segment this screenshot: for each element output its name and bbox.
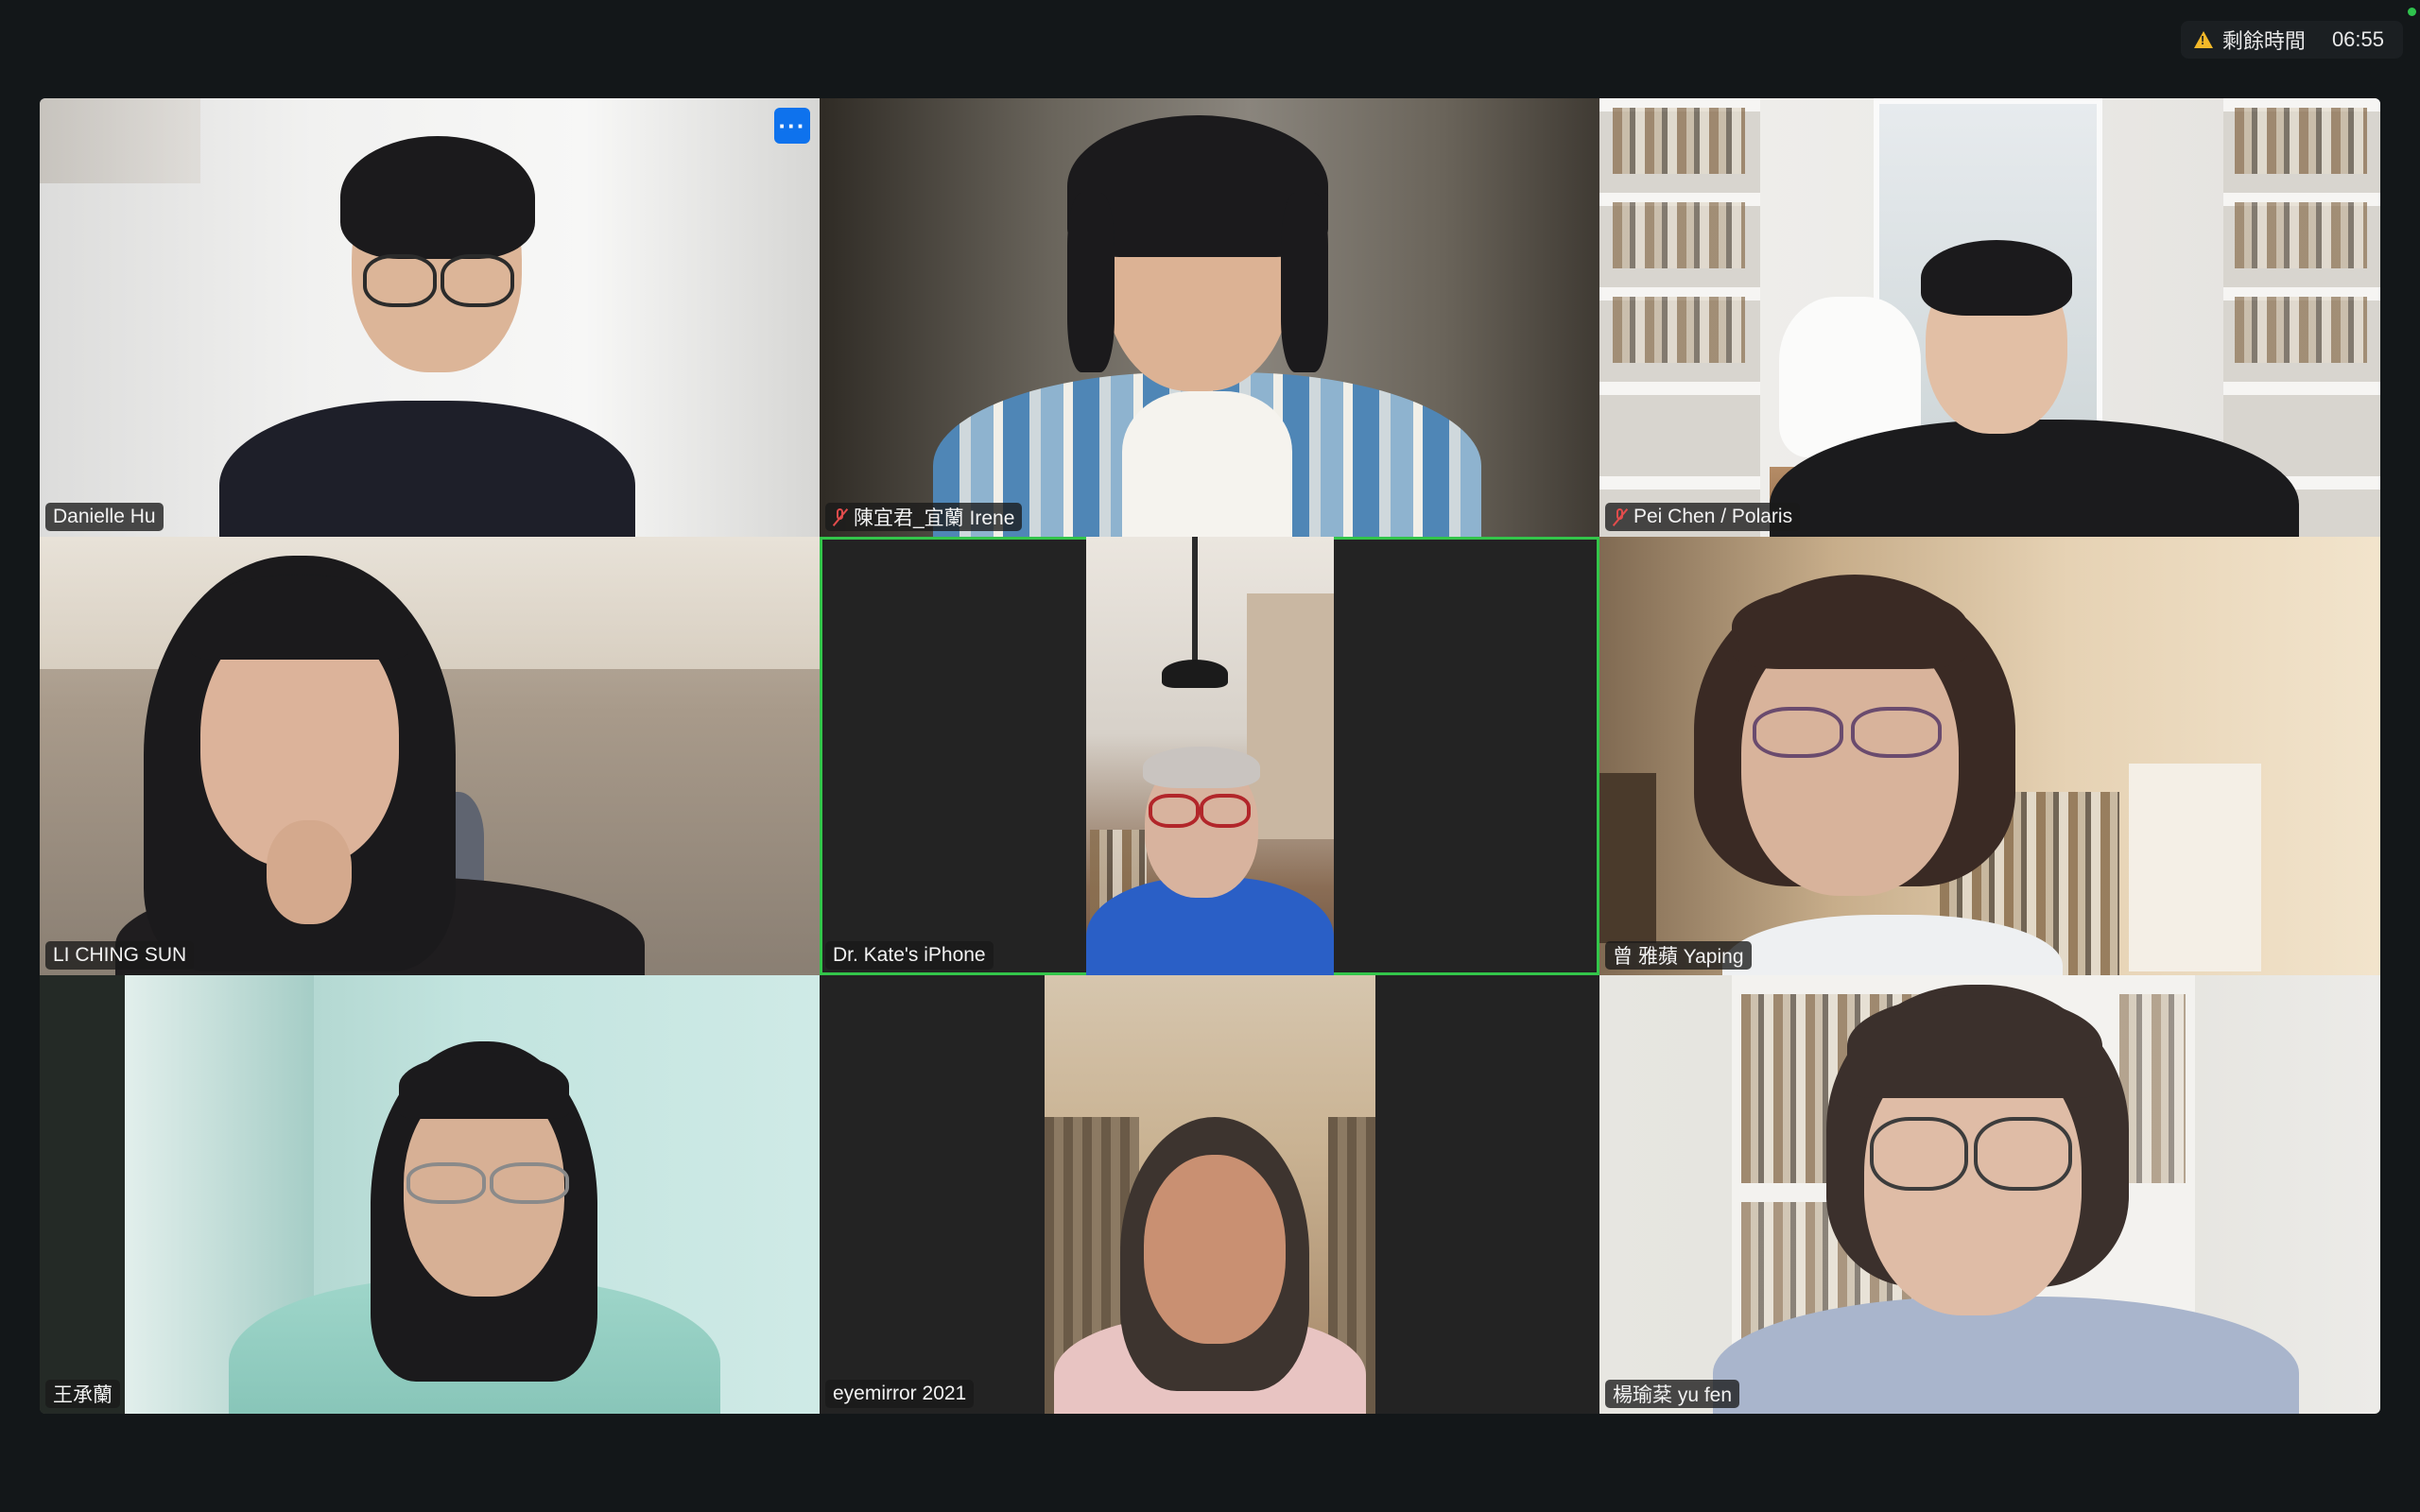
video-tile[interactable]: 楊瑜棻 yu fen: [1599, 975, 2380, 1414]
door-edge: [1599, 773, 1656, 943]
participant-name-label: Dr. Kate's iPhone: [825, 941, 994, 970]
video-feed: [1045, 975, 1375, 1414]
video-feed: [820, 98, 1599, 537]
gallery-view-grid: ··· Danielle Hu 陳宜君_宜蘭 Irene Pei Chen / …: [40, 98, 2380, 1414]
video-tile[interactable]: LI CHING SUN: [40, 537, 820, 975]
participant-name: 陳宜君_宜蘭 Irene: [854, 507, 1015, 529]
status-dot-icon: [2408, 8, 2416, 16]
video-feed: [1599, 98, 2380, 537]
video-feed: [1599, 537, 2380, 975]
video-feed: [1599, 975, 2380, 1414]
participant-name: Dr. Kate's iPhone: [833, 944, 986, 966]
participant-name-label: 陳宜君_宜蘭 Irene: [825, 503, 1023, 531]
dark-wall: [40, 975, 125, 1414]
video-tile[interactable]: eyemirror 2021: [820, 975, 1599, 1414]
participant-name-label: 王承蘭: [45, 1380, 120, 1408]
video-tile[interactable]: 曾 雅蘋 Yaping: [1599, 537, 2380, 975]
video-feed: [40, 98, 820, 537]
wall-panel: [2129, 764, 2261, 971]
background-decor: [40, 98, 200, 183]
lamp-shade: [1162, 660, 1228, 688]
participant-name: LI CHING SUN: [53, 944, 187, 966]
video-tile[interactable]: 王承蘭: [40, 975, 820, 1414]
doorway: [1247, 593, 1334, 839]
mic-muted-icon: [833, 507, 848, 526]
remaining-time-value: 06:55: [2331, 27, 2384, 51]
video-tile[interactable]: Pei Chen / Polaris: [1599, 98, 2380, 537]
remaining-time-indicator: 剩餘時間 06:55: [2180, 21, 2403, 59]
participant-name-label: eyemirror 2021: [825, 1380, 975, 1408]
participant-name-label: LI CHING SUN: [45, 941, 195, 970]
warning-icon: [2193, 31, 2213, 48]
participant-name: eyemirror 2021: [833, 1383, 967, 1404]
participant-name-label: Pei Chen / Polaris: [1605, 503, 1801, 531]
participant-name: 楊瑜棻 yu fen: [1613, 1384, 1733, 1406]
video-tile[interactable]: ··· Danielle Hu: [40, 98, 820, 537]
video-tile[interactable]: 陳宜君_宜蘭 Irene: [820, 98, 1599, 537]
participant-name-label: Danielle Hu: [45, 503, 164, 531]
remaining-time-label: 剩餘時間: [2221, 29, 2306, 53]
participant-name: Pei Chen / Polaris: [1634, 506, 1793, 527]
video-feed: [40, 975, 820, 1414]
meeting-window: 剩餘時間 06:55 ··· Danielle Hu: [0, 0, 2420, 1512]
participant-name: 王承蘭: [53, 1384, 112, 1406]
video-feed: [1086, 537, 1334, 975]
participant-name: 曾 雅蘋 Yaping: [1613, 946, 1744, 968]
participant-name-label: 曾 雅蘋 Yaping: [1605, 941, 1752, 970]
mic-muted-icon: [1613, 507, 1628, 526]
hand: [267, 820, 352, 924]
video-tile-active-speaker[interactable]: Dr. Kate's iPhone: [820, 537, 1599, 975]
more-options-button[interactable]: ···: [774, 108, 810, 144]
video-feed: [40, 537, 820, 975]
participant-name-label: 楊瑜棻 yu fen: [1605, 1380, 1740, 1408]
participant-name: Danielle Hu: [53, 506, 156, 527]
